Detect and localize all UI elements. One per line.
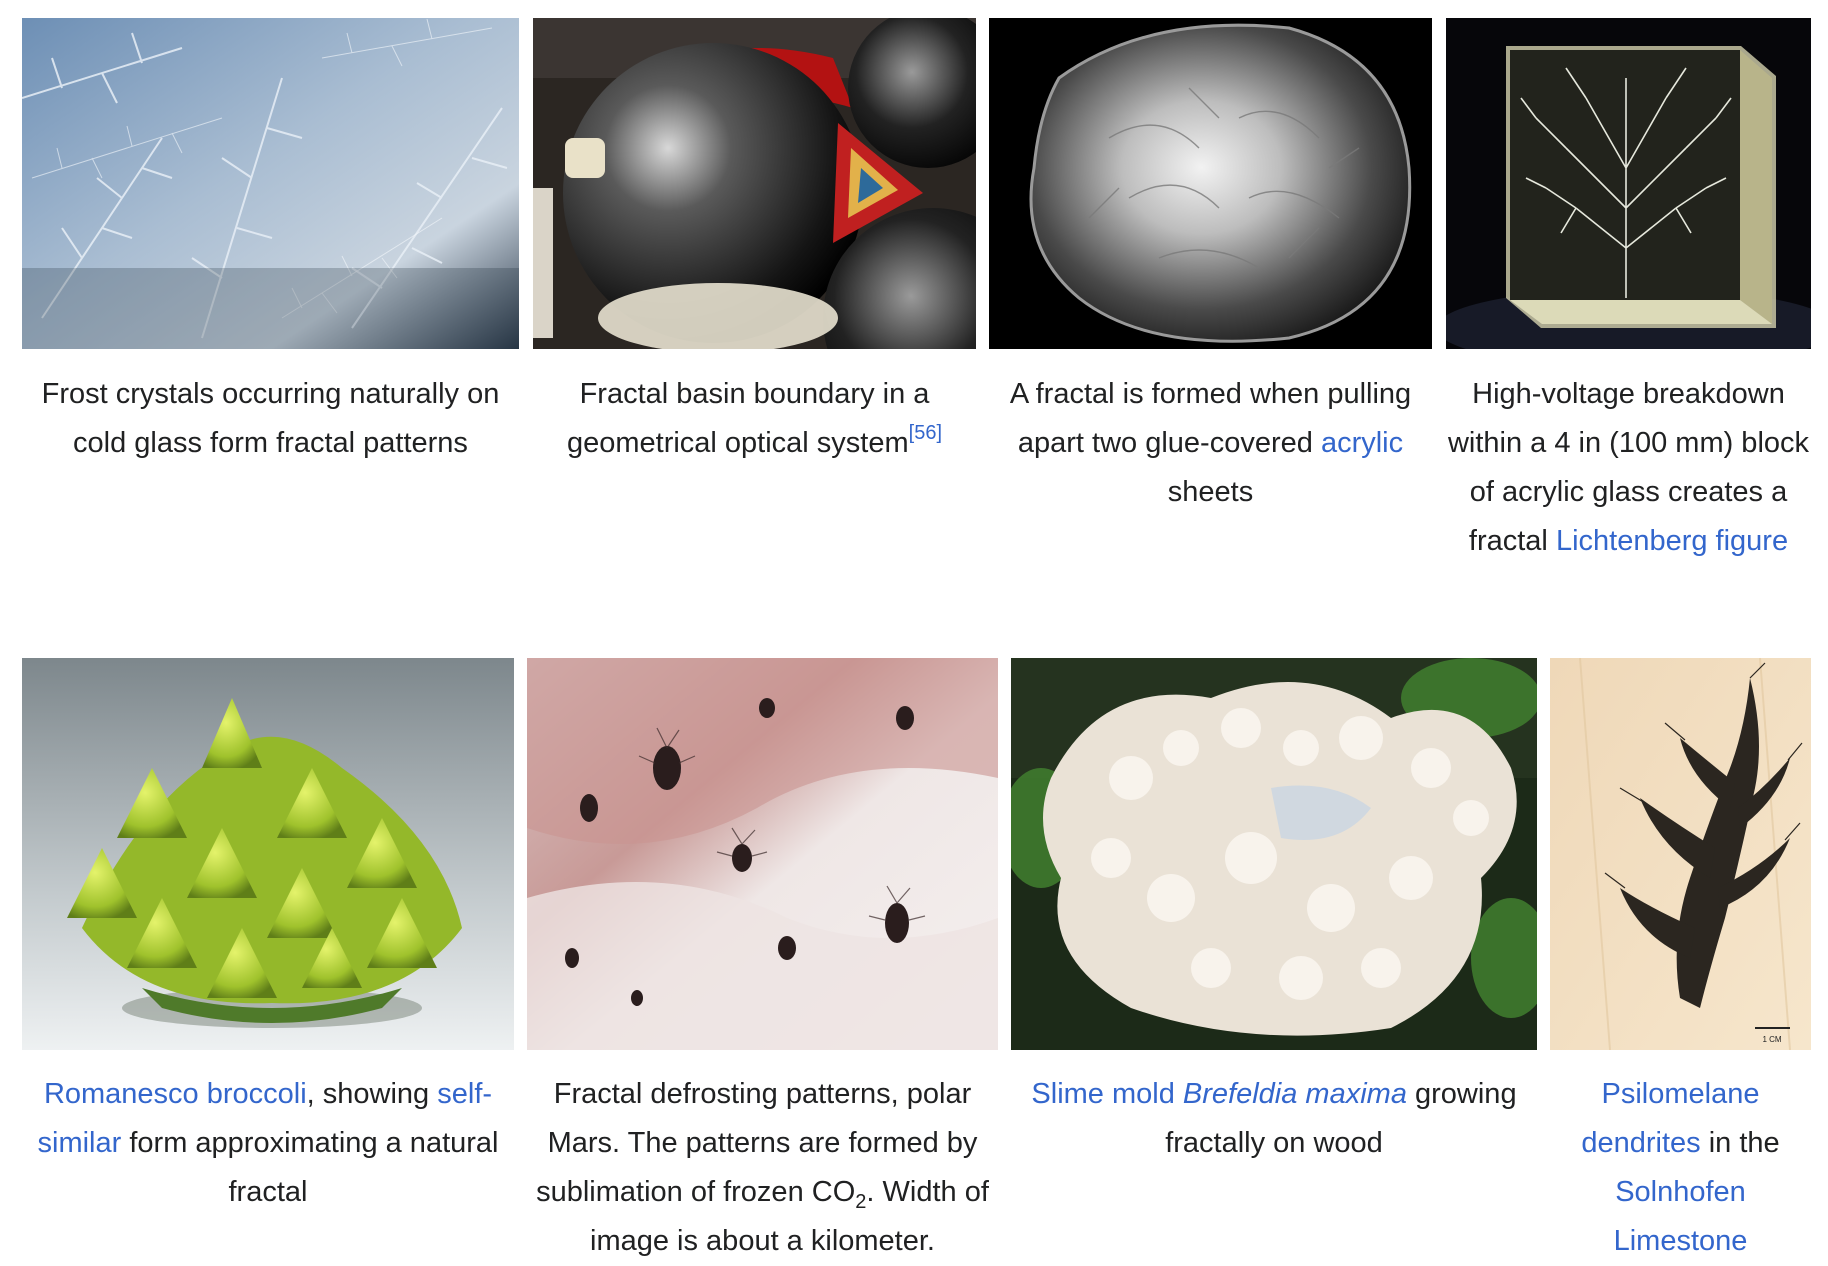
basin-caption: Fractal basin boundary in a geometrical … [533, 370, 976, 468]
slime-caption: Slime mold Brefeldia maxima growing frac… [1011, 1070, 1537, 1168]
slime-mold-link[interactable]: Slime mold [1031, 1078, 1174, 1110]
psilomelane-caption-mid: in the [1700, 1127, 1780, 1159]
citation-56-link[interactable]: [56] [909, 422, 942, 444]
psilomelane-image[interactable]: 1 CM [1550, 658, 1811, 1050]
psilomelane-link[interactable]: Psilomelane [1602, 1078, 1760, 1110]
mars-caption: Fractal defrosting patterns, polar Mars.… [527, 1070, 998, 1266]
romanesco-broccoli-link[interactable]: Romanesco broccoli [44, 1078, 307, 1110]
romanesco-caption-tail: form approximating a natural fractal [121, 1127, 499, 1208]
dendrites-link[interactable]: dendrites [1581, 1127, 1700, 1159]
acrylic-link[interactable]: acrylic [1321, 427, 1403, 459]
glue-fractal-image[interactable] [989, 18, 1432, 349]
mars-defrost-image[interactable] [527, 658, 998, 1050]
scale-bar-label: 1 CM [1762, 1035, 1781, 1044]
glue-caption: A fractal is formed when pulling apart t… [989, 370, 1432, 517]
lichtenberg-image[interactable] [1446, 18, 1811, 349]
brefeldia-maxima-link[interactable]: Brefeldia maxima [1183, 1078, 1407, 1110]
frost-caption: Frost crystals occurring naturally on co… [18, 370, 523, 468]
frost-caption-text: Frost crystals occurring naturally on co… [41, 378, 500, 459]
brefeldia-maxima-italic: Brefeldia maxima [1182, 1078, 1407, 1110]
solnhofen-limestone-link[interactable]: Solnhofen Limestone [1614, 1176, 1748, 1257]
co2-subscript: 2 [855, 1190, 867, 1213]
romanesco-caption: Romanesco broccoli, showing self-similar… [18, 1070, 518, 1217]
basin-caption-text: Fractal basin boundary in a geometrical … [566, 378, 930, 459]
fractal-gallery: Frost crystals occurring naturally on co… [0, 0, 1828, 1264]
psilomelane-caption: Psilomelane dendrites in the Solnhofen L… [1550, 1070, 1811, 1266]
basin-boundary-image[interactable] [533, 18, 976, 349]
lichtenberg-caption: High-voltage breakdown within a 4 in (10… [1446, 370, 1811, 566]
frost-crystals-image[interactable] [22, 18, 519, 349]
romanesco-image[interactable] [22, 658, 514, 1050]
romanesco-caption-mid: , showing [306, 1078, 438, 1110]
lichtenberg-figure-link[interactable]: Lichtenberg figure [1556, 525, 1788, 557]
slime-mold-image[interactable] [1011, 658, 1537, 1050]
glue-caption-tail: sheets [1167, 476, 1254, 508]
